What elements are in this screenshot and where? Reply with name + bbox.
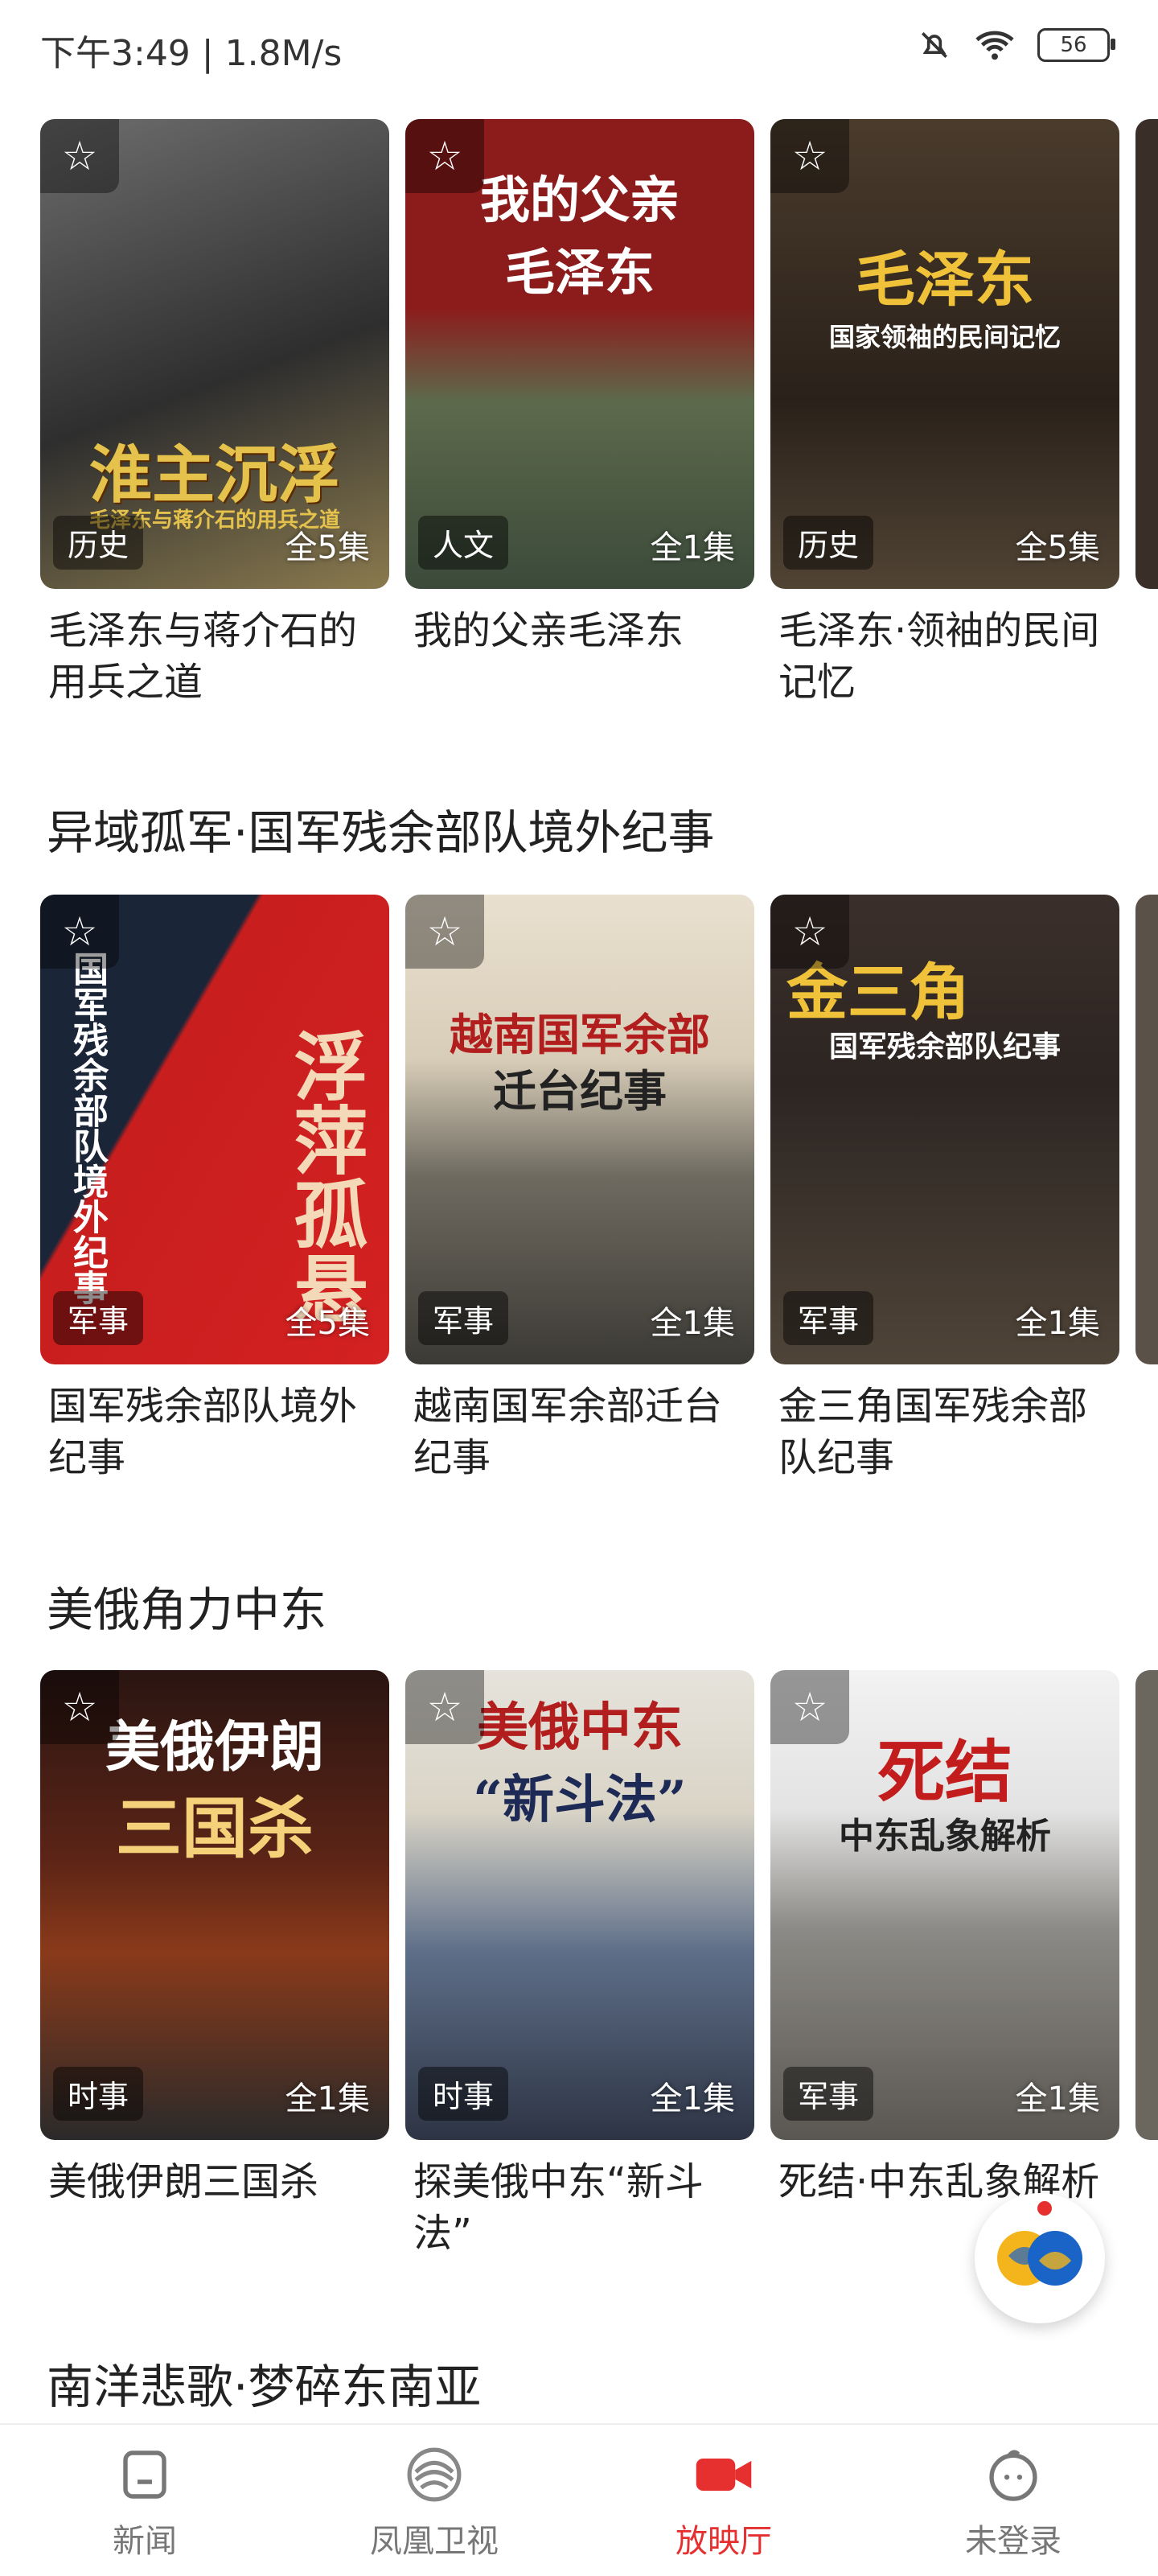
category-tag: 军事 (783, 1291, 874, 1345)
section-title[interactable]: 美俄角力中东 (47, 1572, 326, 1640)
video-thumbnail[interactable]: 金三角 国军残余部队纪事 ☆ 军事 全1集 (770, 895, 1119, 1364)
poster-title: 淮主沉浮 (88, 438, 340, 512)
next-card-peek[interactable] (1135, 1670, 1158, 2140)
category-tag: 时事 (53, 2067, 144, 2121)
section-title[interactable]: 异域孤军·国军残余部队境外纪事 (47, 795, 714, 862)
star-icon[interactable]: ☆ (405, 1670, 484, 1744)
video-title[interactable]: 毛泽东·领袖的民间记忆 (770, 605, 1116, 708)
poster-title: 毛泽东 (856, 245, 1034, 315)
poster-title: “新斗法” (473, 1770, 687, 1830)
tab-label: 新闻 (113, 2523, 177, 2560)
video-card[interactable]: 金三角 国军残余部队纪事 ☆ 军事 全1集 金三角国军残余部队纪事 (770, 895, 1119, 1483)
tab-phoenix-tv[interactable]: 凤凰卫视 (290, 2425, 579, 2576)
video-thumbnail[interactable]: 浮萍孤悬 国军残余部队境外纪事 ☆ 军事 全5集 (40, 895, 389, 1364)
tab-label: 凤凰卫视 (370, 2523, 499, 2560)
video-title[interactable]: 毛泽东与蒋介石的用兵之道 (40, 605, 386, 708)
floating-phoenix-button[interactable] (975, 2193, 1105, 2323)
star-icon[interactable]: ☆ (40, 1670, 119, 1744)
video-thumbnail[interactable]: 死结 中东乱象解析 ☆ 军事 全1集 (770, 1670, 1119, 2140)
status-bar: 下午3:49 | 1.8M/s 56 (0, 0, 1158, 105)
status-time: 下午3:49 | 1.8M/s (40, 33, 343, 74)
notification-dot (1037, 2201, 1052, 2216)
user-avatar-icon (981, 2442, 1045, 2507)
episode-count: 全1集 (285, 2080, 370, 2117)
phoenix-logo-icon (997, 2231, 1082, 2286)
tab-news[interactable]: 新闻 (0, 2425, 290, 2576)
episode-count: 全1集 (1015, 1305, 1100, 1342)
poster-subtitle: 国家领袖的民间记忆 (828, 322, 1061, 352)
news-icon (113, 2442, 177, 2507)
video-thumbnail[interactable]: 美俄中东 “新斗法” ☆ 时事 全1集 (405, 1670, 754, 2140)
video-title[interactable]: 我的父亲毛泽东 (405, 605, 751, 656)
section-title[interactable]: 南洋悲歌·梦碎东南亚 (47, 2349, 481, 2417)
star-icon[interactable]: ☆ (770, 895, 849, 969)
video-thumbnail[interactable]: 淮主沉浮 毛泽东与蒋介石的用兵之道 ☆ 历史 全5集 (40, 119, 389, 589)
video-card[interactable]: 浮萍孤悬 国军残余部队境外纪事 ☆ 军事 全5集 国军残余部队境外纪事 (40, 895, 389, 1483)
video-camera-icon (692, 2442, 756, 2507)
video-thumbnail[interactable]: 毛泽东 国家领袖的民间记忆 ☆ 历史 全5集 (770, 119, 1119, 589)
poster-title: 迁台纪事 (493, 1065, 667, 1117)
video-card[interactable]: 我的父亲 毛泽东 ☆ 人文 全1集 我的父亲毛泽东 (405, 119, 754, 708)
poster-subtitle: 中东乱象解析 (839, 1816, 1051, 1857)
video-title[interactable]: 国军残余部队境外纪事 (40, 1381, 386, 1483)
next-card-peek[interactable] (1135, 895, 1158, 1364)
episode-count: 全1集 (650, 2080, 735, 2117)
video-card[interactable]: 越南国军余部 迁台纪事 ☆ 军事 全1集 越南国军余部迁台纪事 (405, 895, 754, 1483)
bell-muted-icon (922, 32, 947, 58)
episode-count: 全1集 (650, 1305, 735, 1342)
bottom-tab-bar: 新闻 凤凰卫视 放映厅 未登录 (0, 2423, 1158, 2576)
row-section-3: 美俄伊朗 三国杀 ☆ 时事 全1集 美俄伊朗三国杀 美俄中东 “新斗法” ☆ 时… (40, 1670, 1158, 2259)
status-icons: 56 (917, 27, 1115, 63)
row-section-1: 淮主沉浮 毛泽东与蒋介石的用兵之道 ☆ 历史 全5集 毛泽东与蒋介石的用兵之道 … (40, 119, 1158, 708)
poster-subtitle: 国军残余部队纪事 (828, 1030, 1061, 1064)
phoenix-logo-icon (402, 2442, 466, 2507)
video-title[interactable]: 越南国军余部迁台纪事 (405, 1381, 751, 1483)
poster-title: 毛泽东 (504, 243, 655, 302)
video-card[interactable]: 淮主沉浮 毛泽东与蒋介石的用兵之道 ☆ 历史 全5集 毛泽东与蒋介石的用兵之道 (40, 119, 389, 708)
star-icon[interactable]: ☆ (770, 1670, 849, 1744)
video-thumbnail[interactable]: 越南国军余部 迁台纪事 ☆ 军事 全1集 (405, 895, 754, 1364)
star-icon[interactable]: ☆ (405, 119, 484, 193)
category-tag: 军事 (53, 1291, 144, 1345)
poster-title: 越南国军余部 (450, 1009, 710, 1060)
episode-count: 全1集 (1015, 2080, 1100, 2117)
category-tag: 人文 (418, 516, 509, 570)
category-tag: 军事 (783, 2067, 874, 2121)
row-section-2: 浮萍孤悬 国军残余部队境外纪事 ☆ 军事 全5集 国军残余部队境外纪事 越南国军… (40, 895, 1158, 1483)
video-title[interactable]: 探美俄中东“新斗法” (405, 2156, 751, 2259)
video-card[interactable]: 美俄中东 “新斗法” ☆ 时事 全1集 探美俄中东“新斗法” (405, 1670, 754, 2259)
video-card[interactable]: 死结 中东乱象解析 ☆ 军事 全1集 死结·中东乱象解析 (770, 1670, 1119, 2259)
category-tag: 历史 (53, 516, 144, 570)
tab-label: 放映厅 (676, 2523, 772, 2560)
tab-profile[interactable]: 未登录 (868, 2425, 1158, 2576)
video-card[interactable]: 美俄伊朗 三国杀 ☆ 时事 全1集 美俄伊朗三国杀 (40, 1670, 389, 2259)
poster-subtitle: 国军残余部队境外纪事 (67, 951, 108, 1305)
next-card-peek[interactable] (1135, 119, 1158, 589)
category-tag: 时事 (418, 2067, 509, 2121)
episode-count: 全5集 (285, 1305, 370, 1342)
video-thumbnail[interactable]: 我的父亲 毛泽东 ☆ 人文 全1集 (405, 119, 754, 589)
video-thumbnail[interactable]: 美俄伊朗 三国杀 ☆ 时事 全1集 (40, 1670, 389, 2140)
episode-count: 全5集 (1015, 529, 1100, 566)
tab-label: 未登录 (965, 2523, 1062, 2560)
star-icon[interactable]: ☆ (770, 119, 849, 193)
category-tag: 军事 (418, 1291, 509, 1345)
wifi-icon (975, 31, 1014, 60)
category-tag: 历史 (783, 516, 874, 570)
star-icon[interactable]: ☆ (405, 895, 484, 969)
tab-cinema[interactable]: 放映厅 (579, 2425, 868, 2576)
video-title[interactable]: 金三角国军残余部队纪事 (770, 1381, 1116, 1483)
video-title[interactable]: 美俄伊朗三国杀 (40, 2156, 386, 2208)
episode-count: 全1集 (650, 529, 735, 566)
star-icon[interactable]: ☆ (40, 895, 119, 969)
battery-icon: 56 (1037, 28, 1115, 62)
poster-title: 三国杀 (115, 1790, 314, 1867)
star-icon[interactable]: ☆ (40, 119, 119, 193)
episode-count: 全5集 (285, 529, 370, 566)
video-card[interactable]: 毛泽东 国家领袖的民间记忆 ☆ 历史 全5集 毛泽东·领袖的民间记忆 (770, 119, 1119, 708)
